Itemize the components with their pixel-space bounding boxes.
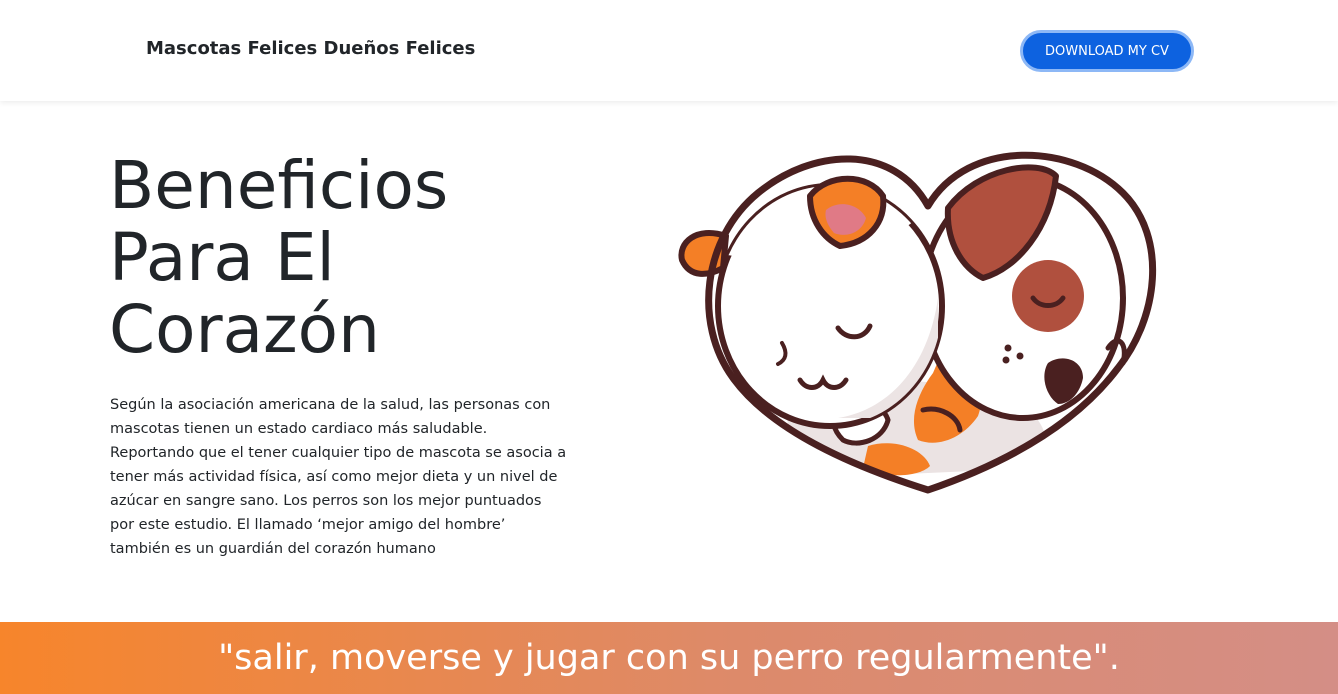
hero-description: Según la asociación americana de la salu… (110, 397, 567, 557)
hero-title: Beneficios Para El Corazón (109, 147, 449, 368)
navbar: Mascotas Felices Dueños Felices DOWNLOAD… (0, 0, 1338, 101)
brand-title[interactable]: Mascotas Felices Dueños Felices (146, 38, 475, 59)
cat-dog-heart-illustration (678, 151, 1157, 494)
quote-text: "salir, moverse y jugar con su perro reg… (218, 638, 1120, 678)
download-cv-button[interactable]: DOWNLOAD MY CV (1020, 30, 1194, 72)
quote-banner: "salir, moverse y jugar con su perro reg… (0, 622, 1338, 694)
